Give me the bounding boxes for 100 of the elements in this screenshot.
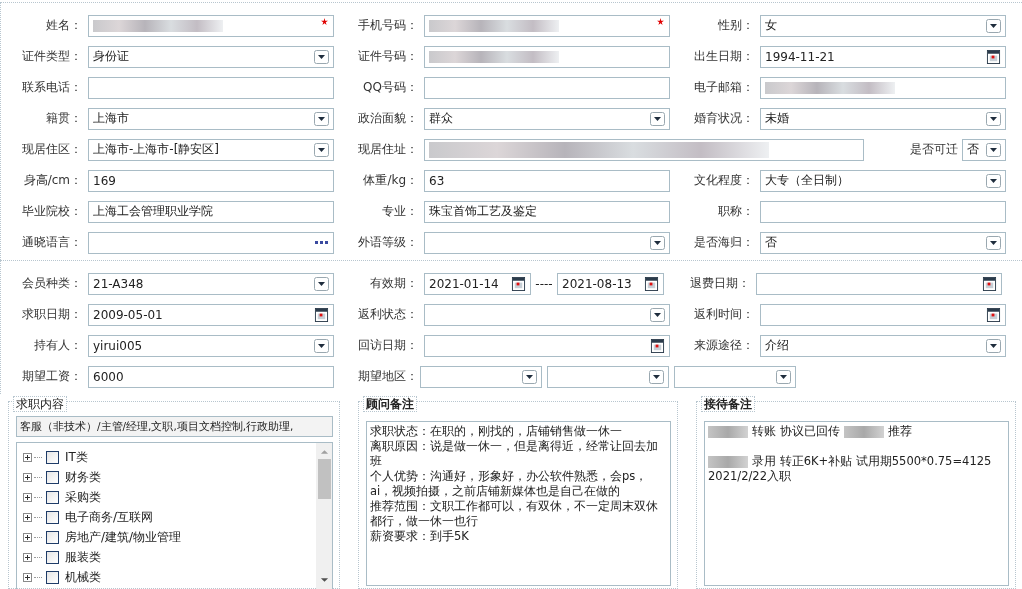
checkbox[interactable] bbox=[46, 470, 59, 484]
field-label: 职称： bbox=[717, 203, 755, 220]
field-label: 期望地区： bbox=[357, 368, 419, 385]
calendar-icon bbox=[982, 276, 997, 291]
checkbox[interactable] bbox=[46, 570, 59, 584]
dropdown-icon bbox=[314, 276, 329, 291]
scrollbar-thumb[interactable] bbox=[317, 459, 331, 499]
date-field[interactable]: 2009-05-01 bbox=[88, 303, 334, 326]
field-value: 2009-05-01 bbox=[93, 307, 164, 322]
expand-icon[interactable] bbox=[23, 492, 32, 502]
input-field[interactable]: 63 bbox=[424, 169, 670, 192]
blurred-text bbox=[708, 455, 748, 468]
input-field[interactable]: 珠宝首饰工艺及鉴定 bbox=[424, 200, 670, 223]
select-field[interactable]: 上海市 bbox=[88, 107, 334, 130]
date-field[interactable] bbox=[760, 303, 1006, 326]
dropdown-icon bbox=[649, 369, 664, 384]
checkbox[interactable] bbox=[46, 490, 59, 504]
tree-item[interactable]: 机械类 bbox=[65, 568, 101, 586]
select-field[interactable]: 否 bbox=[962, 138, 1006, 161]
notes-textarea[interactable]: 求职状态：在职的，刚找的，店铺销售做一休一 离职原因：说是做一休一，但是离得近，经常让回去加班 个人优势：沟通好，形象好，办公软件熟悉，会ps，ai，视频拍摄，之前店铺新媒体也是自己在做的 推荐范围：文职工作都可以，有双休，不一定周末双休都行，做一休一也行 薪资要求：到手5K bbox=[366, 421, 671, 586]
tree-item[interactable]: 电子商务/互联网 bbox=[65, 508, 154, 526]
checkbox[interactable] bbox=[46, 450, 59, 464]
scroll-down-icon[interactable] bbox=[319, 577, 329, 583]
expand-icon[interactable] bbox=[23, 552, 32, 562]
select-field[interactable]: 女 bbox=[760, 14, 1006, 37]
dropdown-icon bbox=[986, 338, 1001, 353]
field-label: 文化程度： bbox=[693, 172, 755, 189]
input-field[interactable] bbox=[88, 14, 334, 37]
select-field[interactable] bbox=[424, 231, 670, 254]
input-field[interactable]: 上海工会管理职业学院 bbox=[88, 200, 334, 223]
field-label: 籍贯： bbox=[45, 110, 83, 127]
calendar-icon bbox=[644, 276, 659, 291]
scroll-up-icon[interactable] bbox=[319, 449, 329, 455]
field-label: 回访日期： bbox=[357, 337, 419, 354]
field-label: 求职日期： bbox=[21, 306, 83, 323]
date-field[interactable]: 2021-01-14 bbox=[424, 272, 531, 295]
field-value: 63 bbox=[429, 173, 446, 188]
checkbox[interactable] bbox=[46, 550, 59, 564]
select-field[interactable]: 身份证 bbox=[88, 45, 334, 68]
input-field[interactable] bbox=[88, 76, 334, 99]
field-label: 现居住址： bbox=[357, 141, 419, 158]
field-value: 女 bbox=[765, 17, 778, 34]
date-field[interactable]: 2021-08-13 bbox=[557, 272, 664, 295]
input-field[interactable] bbox=[88, 231, 334, 254]
select-field[interactable] bbox=[424, 303, 670, 326]
dropdown-icon bbox=[986, 235, 1001, 250]
field-label: 出生日期： bbox=[693, 48, 755, 65]
field-label: 身高/cm： bbox=[22, 172, 83, 189]
calendar-icon bbox=[986, 49, 1001, 64]
tree-item[interactable]: IT类 bbox=[65, 448, 88, 466]
tree-item[interactable]: 财务类 bbox=[65, 468, 101, 486]
select-field[interactable] bbox=[547, 365, 669, 388]
input-field[interactable] bbox=[424, 45, 670, 68]
expand-icon[interactable] bbox=[23, 512, 32, 522]
expand-icon[interactable] bbox=[23, 532, 32, 542]
field-value: 身份证 bbox=[93, 48, 130, 65]
date-field[interactable] bbox=[756, 272, 1002, 295]
select-field[interactable]: 21-A348 bbox=[88, 272, 334, 295]
scrollbar[interactable] bbox=[316, 443, 332, 589]
field-label: 毕业院校： bbox=[21, 203, 83, 220]
notes-text: 个人优势：沟通好，形象好，办公软件熟悉，会ps，ai，视频拍摄，之前店铺新媒体也是自己在做的 bbox=[370, 469, 649, 499]
input-field[interactable] bbox=[424, 138, 864, 161]
expand-icon[interactable] bbox=[23, 572, 32, 582]
tree-item[interactable]: 房地产/建筑/物业管理 bbox=[65, 528, 182, 546]
checkbox[interactable] bbox=[46, 510, 59, 524]
date-field[interactable]: 1994-11-21 bbox=[760, 45, 1006, 68]
blurred-text bbox=[843, 425, 884, 438]
select-field[interactable] bbox=[420, 365, 542, 388]
input-field[interactable] bbox=[424, 76, 670, 99]
select-field[interactable]: 大专（全日制） bbox=[760, 169, 1006, 192]
dropdown-icon bbox=[986, 173, 1001, 188]
input-field[interactable] bbox=[760, 200, 1006, 223]
ellipsis-icon bbox=[315, 240, 329, 245]
field-label: 会员种类： bbox=[21, 275, 83, 292]
field-label: QQ号码： bbox=[362, 79, 419, 96]
select-field[interactable]: 未婚 bbox=[760, 107, 1006, 130]
select-field[interactable]: 上海市-上海市-[静安区] bbox=[88, 138, 334, 161]
select-field[interactable]: 介绍 bbox=[760, 334, 1006, 357]
date-field[interactable] bbox=[424, 334, 670, 357]
field-value: 169 bbox=[93, 173, 117, 188]
blurred-text bbox=[708, 425, 748, 438]
select-field[interactable] bbox=[674, 365, 796, 388]
input-field[interactable] bbox=[424, 14, 670, 37]
field-label: 退费日期： bbox=[689, 275, 751, 292]
select-field[interactable]: 否 bbox=[760, 231, 1006, 254]
expand-icon[interactable] bbox=[23, 472, 32, 482]
input-field[interactable]: 6000 bbox=[88, 365, 334, 388]
select-field[interactable]: yirui005 bbox=[88, 334, 334, 357]
notes-text: 求职状态：在职的，刚找的，店铺销售做一休一 bbox=[370, 424, 623, 439]
input-field[interactable] bbox=[760, 76, 1006, 99]
input-field[interactable]: 客服（非技术）/主管/经理,文职,项目文档控制,行政助理, bbox=[16, 416, 333, 437]
checkbox[interactable] bbox=[46, 530, 59, 544]
tree-item[interactable]: 采购类 bbox=[65, 488, 101, 506]
expand-icon[interactable] bbox=[23, 452, 32, 462]
field-label: 是否海归： bbox=[693, 234, 755, 251]
notes-textarea[interactable]: 转账 协议已回传 推荐 录用 转正6K+补贴 试用期5500*0.75=4125 2021/2/22入职 bbox=[704, 421, 1009, 586]
select-field[interactable]: 群众 bbox=[424, 107, 670, 130]
input-field[interactable]: 169 bbox=[88, 169, 334, 192]
tree-item[interactable]: 服装类 bbox=[65, 548, 101, 566]
field-label: 手机号码： bbox=[357, 17, 419, 34]
